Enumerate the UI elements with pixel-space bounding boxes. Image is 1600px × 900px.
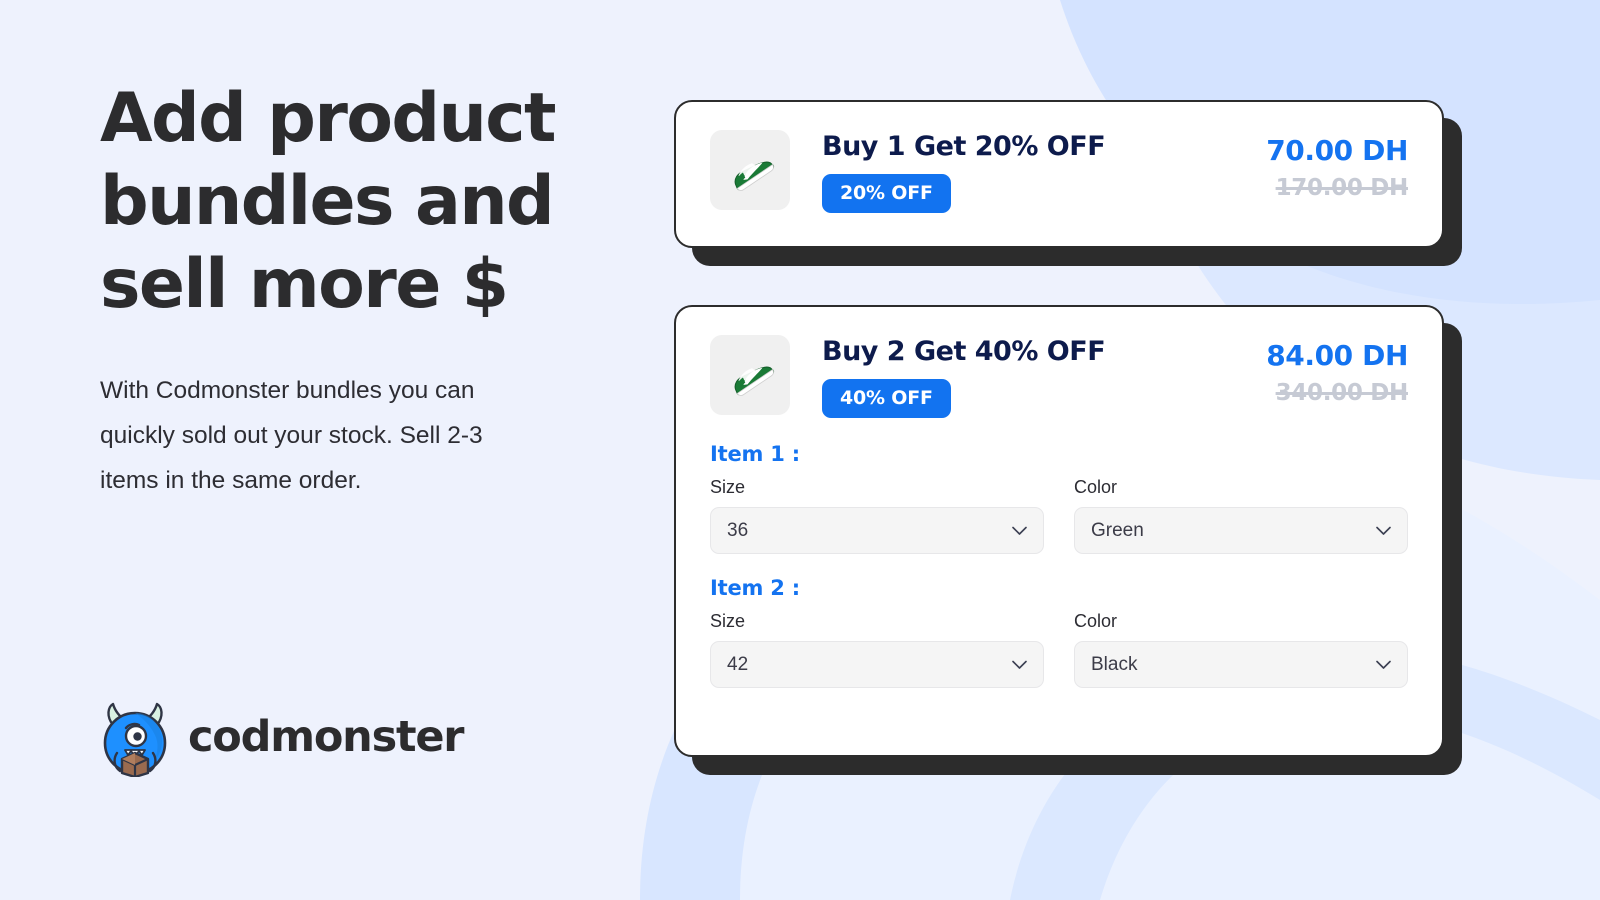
size-select-item-2[interactable]: 42 [710,641,1044,688]
size-select-item-1[interactable]: 36 [710,507,1044,554]
chevron-down-icon [1376,526,1391,535]
size-field-item-1: Size 36 [710,477,1044,554]
price-block: 70.00 DH 170.00 DH [1266,130,1408,201]
field-label: Size [710,477,746,497]
green-sneaker-icon [734,366,775,396]
color-select-item-2[interactable]: Black [1074,641,1408,688]
hero-description: With Codmonster bundles you can quickly … [100,376,483,494]
hero-column: Add product bundles and sell more $ With… [100,78,570,503]
price-block: 84.00 DH 340.00 DH [1266,335,1408,406]
price-original: 170.00 DH [1275,175,1409,201]
page-title: Add product bundles and sell more $ [100,79,556,324]
field-label: Size [710,611,746,631]
bundle-items-area: Item 1 : Size 36 Color Green Item 2: Si… [676,418,1442,688]
color-field-item-2: Color Black [1074,611,1408,688]
bundle-title: Buy 2 Get 40% OFF [822,336,1106,367]
select-value: 36 [727,519,749,541]
codmonster-monster-logo-icon [103,702,167,777]
discount-badge: 20% OFF [822,174,951,213]
bundle-cards-column: Buy 1 Get 20% OFF 20% OFF 70.00 DH 170.0… [674,0,1484,900]
color-select-item-1[interactable]: Green [1074,507,1408,554]
chevron-down-icon [1376,660,1391,669]
price-original: 340.00 DH [1275,380,1409,406]
size-field-item-2: Size 42 [710,611,1044,688]
bundle-card-2[interactable]: Buy 2 Get 40% OFF 40% OFF 84.00 DH 340.0… [674,305,1462,775]
color-field-item-1: Color Green [1074,477,1408,554]
product-thumbnail [710,335,790,415]
bundle-card-1[interactable]: Buy 1 Get 20% OFF 20% OFF 70.00 DH 170.0… [674,100,1462,266]
item-group-2: Item 2 : Size 42 Color Black [710,576,1408,688]
product-thumbnail [710,130,790,210]
discount-badge: 40% OFF [822,379,951,418]
chevron-down-icon [1012,660,1027,669]
field-label: Color [1074,611,1118,631]
price-current: 84.00 DH [1266,339,1408,372]
item-label: Item 1 : [710,442,801,466]
select-value: Black [1091,653,1138,675]
green-sneaker-icon [734,161,775,191]
item-label: Item 2 : [710,576,801,600]
bundle-header: Buy 2 Get 40% OFF 40% OFF 84.00 DH 340.0… [676,307,1442,418]
bundle-header: Buy 1 Get 20% OFF 20% OFF 70.00 DH 170.0… [676,102,1442,213]
brand-name: codmonster [188,712,464,762]
bundle-title: Buy 1 Get 20% OFF [822,131,1106,162]
price-current: 70.00 DH [1266,134,1408,167]
select-value: 42 [727,653,749,675]
field-label: Color [1074,477,1118,497]
brand-lockup: codmonster [100,697,464,777]
chevron-down-icon [1012,526,1027,535]
item-group-1: Item 1 : Size 36 Color Green [710,442,1408,554]
select-value: Green [1091,519,1144,541]
